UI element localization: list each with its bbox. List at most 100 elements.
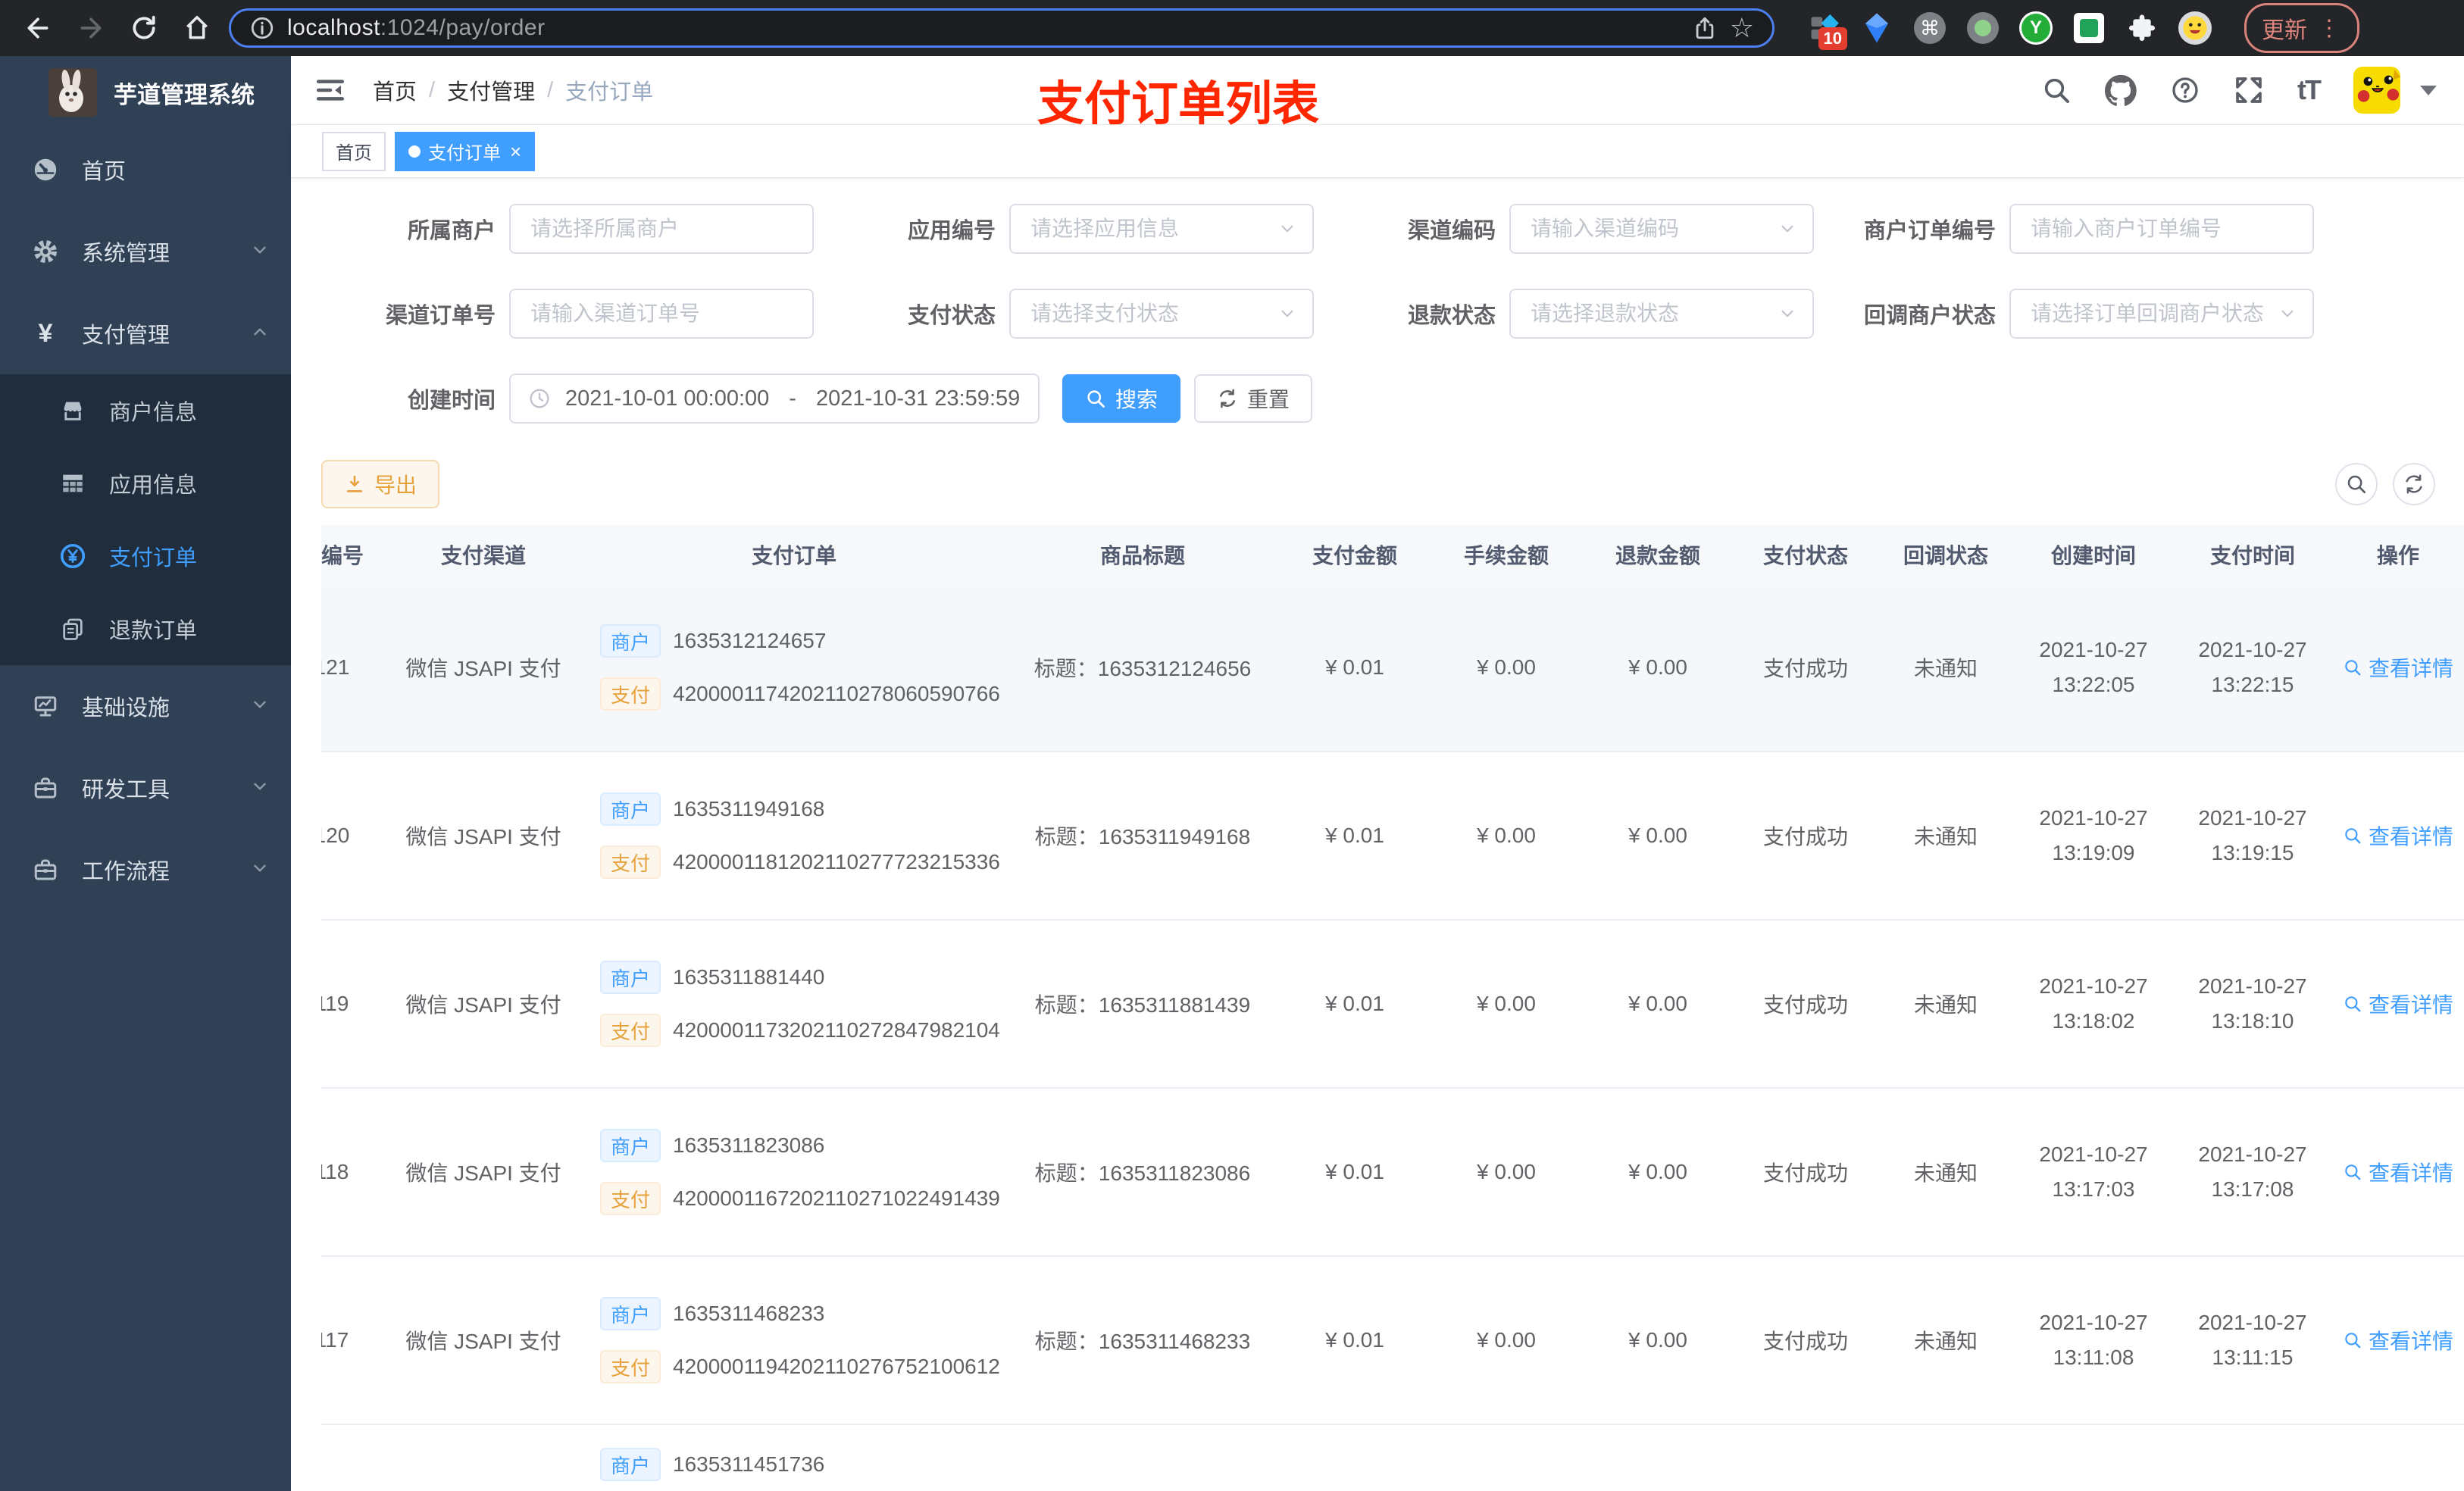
close-icon[interactable]: × xyxy=(510,142,521,161)
table-row[interactable]: 121 微信 JSAPI 支付 商户1635312124657 支付420000… xyxy=(321,584,2464,753)
sidebar-item-infrastructure[interactable]: 基础设施 xyxy=(0,665,291,747)
info-icon[interactable] xyxy=(249,15,275,41)
page-annotation: 支付订单列表 xyxy=(1037,78,1320,130)
channel-code-select[interactable] xyxy=(1509,204,1814,255)
home-icon xyxy=(186,16,208,39)
table-row[interactable]: 118 微信 JSAPI 支付 商户1635311823086 支付420000… xyxy=(321,1089,2464,1258)
breadcrumb-payment[interactable]: 支付管理 xyxy=(447,74,535,106)
view-detail-link[interactable]: 查看详情 xyxy=(2332,821,2464,851)
browser-menu-icon[interactable]: ⋮ xyxy=(2318,15,2342,42)
merchant-tag: 商户 xyxy=(600,1448,661,1482)
yen-circle-icon xyxy=(58,542,88,570)
channel-order-no-input[interactable] xyxy=(509,289,814,339)
pay-tag: 支付 xyxy=(600,1182,661,1216)
view-detail-link[interactable]: 查看详情 xyxy=(2332,652,2464,683)
pay-status-select[interactable] xyxy=(1009,289,1314,339)
payment-submenu: 商户信息 应用信息 支付订单 退款订单 xyxy=(0,374,291,665)
arrow-left-icon xyxy=(27,17,48,39)
reset-button[interactable]: 重置 xyxy=(1194,374,1313,424)
merchant-order-no-input[interactable] xyxy=(2009,204,2314,255)
chevron-up-icon xyxy=(250,322,270,345)
top-navbar: 首页 / 支付管理 / 支付订单 tT xyxy=(291,56,2464,126)
fullscreen-icon[interactable] xyxy=(2234,75,2264,105)
browser-reload-button[interactable] xyxy=(123,7,165,49)
sidebar-item-payment[interactable]: ¥ 支付管理 xyxy=(0,292,291,374)
merchant-tag: 商户 xyxy=(600,1297,661,1331)
navbar-actions: tT xyxy=(2041,67,2437,114)
sidebar-item-dev-tools[interactable]: 研发工具 xyxy=(0,747,291,829)
merchant-input[interactable] xyxy=(509,204,814,255)
table-row[interactable]: 商户 1635311451736 xyxy=(321,1425,2464,1491)
main-panel: 支付订单列表 首页 / 支付管理 / 支付订单 tT 首页 支付订单 × 所属商… xyxy=(291,56,2464,1491)
date-end-value[interactable]: 2021-10-31 23:59:59 xyxy=(816,386,1020,411)
search-icon xyxy=(2347,475,2366,494)
view-detail-link[interactable]: 查看详情 xyxy=(2332,1325,2464,1355)
gear-icon xyxy=(30,238,61,265)
sidebar-item-refund-order[interactable]: 退款订单 xyxy=(0,592,291,665)
filter-channel-code: 渠道编码 xyxy=(1321,204,1814,255)
user-avatar[interactable] xyxy=(2353,67,2400,114)
sidebar-item-system[interactable]: 系统管理 xyxy=(0,211,291,292)
view-detail-link[interactable]: 查看详情 xyxy=(2332,989,2464,1019)
browser-profile-avatar[interactable] xyxy=(2178,11,2212,45)
extension-chat-icon[interactable] xyxy=(2072,11,2106,45)
toolbox-icon xyxy=(30,774,61,802)
toolbox-icon xyxy=(30,856,61,883)
table-row[interactable]: 119 微信 JSAPI 支付 商户1635311881440 支付420000… xyxy=(321,921,2464,1089)
bookmark-star-icon[interactable]: ☆ xyxy=(1730,14,1754,42)
magnifier-icon xyxy=(2345,996,2361,1012)
table-grid-icon xyxy=(58,470,88,496)
create-time-range-input[interactable]: 2021-10-01 00:00:00 - 2021-10-31 23:59:5… xyxy=(509,374,1040,424)
magnifier-icon xyxy=(2345,1333,2361,1349)
breadcrumb-home[interactable]: 首页 xyxy=(373,74,417,106)
callback-status-select[interactable] xyxy=(2009,289,2314,339)
avatar-caret-icon[interactable] xyxy=(2420,85,2437,95)
table-header-row: 编号 支付渠道 支付订单 商品标题 支付金额 手续金额 退款金额 支付状态 回调… xyxy=(321,525,2464,585)
tag-home[interactable]: 首页 xyxy=(322,131,386,171)
merchant-tag: 商户 xyxy=(600,624,661,658)
search-button[interactable]: 搜索 xyxy=(1062,374,1181,424)
date-start-value[interactable]: 2021-10-01 00:00:00 xyxy=(565,386,769,411)
toggle-search-button[interactable] xyxy=(2335,463,2378,506)
app-id-select[interactable] xyxy=(1009,204,1314,255)
browser-home-button[interactable] xyxy=(176,7,218,49)
extension-y-icon[interactable]: Y xyxy=(2018,11,2053,45)
github-icon[interactable] xyxy=(2105,74,2137,107)
chevron-down-icon xyxy=(250,240,270,264)
extension-command-icon[interactable]: ⌘ xyxy=(1912,11,1947,45)
sidebar-collapse-icon[interactable] xyxy=(314,73,347,107)
refresh-table-button[interactable] xyxy=(2393,463,2435,506)
extension-balloon-icon[interactable] xyxy=(1859,11,1894,45)
url-bar[interactable]: localhost:1024/pay/order ☆ xyxy=(229,8,1775,48)
refund-status-select[interactable] xyxy=(1509,289,1814,339)
tag-pay-order[interactable]: 支付订单 × xyxy=(395,131,536,171)
table-row[interactable]: 120 微信 JSAPI 支付 商户1635311949168 支付420000… xyxy=(321,752,2464,921)
extension-green-dot-icon[interactable] xyxy=(1965,11,2000,45)
extension-diamond-icon[interactable]: 10 xyxy=(1806,11,1847,50)
sidebar-item-merchant-info[interactable]: 商户信息 xyxy=(0,374,291,447)
share-icon[interactable] xyxy=(1692,15,1718,41)
table-row[interactable]: 117 微信 JSAPI 支付 商户1635311468233 支付420000… xyxy=(321,1257,2464,1426)
filter-callback-status: 回调商户状态 xyxy=(1821,289,2314,339)
text-size-icon[interactable]: tT xyxy=(2297,74,2322,106)
sidebar-logo[interactable]: 芋道管理系统 xyxy=(0,56,291,129)
orders-table: 编号 支付渠道 支付订单 商品标题 支付金额 手续金额 退款金额 支付状态 回调… xyxy=(321,525,2464,1491)
help-icon[interactable] xyxy=(2170,75,2200,105)
view-detail-link[interactable]: 查看详情 xyxy=(2332,1157,2464,1187)
sidebar-item-home[interactable]: 首页 xyxy=(0,129,291,211)
sidebar-item-pay-order[interactable]: 支付订单 xyxy=(0,520,291,592)
magnifier-icon xyxy=(2345,1164,2361,1180)
extensions-puzzle-icon[interactable] xyxy=(2125,11,2159,45)
pay-tag: 支付 xyxy=(600,1014,661,1048)
export-button[interactable]: 导出 xyxy=(321,460,440,509)
browser-back-button[interactable] xyxy=(17,7,59,49)
browser-update-button[interactable]: 更新 ⋮ xyxy=(2244,3,2359,53)
search-icon[interactable] xyxy=(2041,75,2072,105)
reload-icon xyxy=(133,15,155,39)
app-title: 芋道管理系统 xyxy=(114,81,255,108)
sidebar-item-app-info[interactable]: 应用信息 xyxy=(0,447,291,520)
sidebar-item-workflow[interactable]: 工作流程 xyxy=(0,829,291,911)
url-text[interactable]: localhost:1024/pay/order xyxy=(287,15,1680,41)
browser-forward-button[interactable] xyxy=(70,7,112,49)
yen-icon: ¥ xyxy=(38,318,53,348)
